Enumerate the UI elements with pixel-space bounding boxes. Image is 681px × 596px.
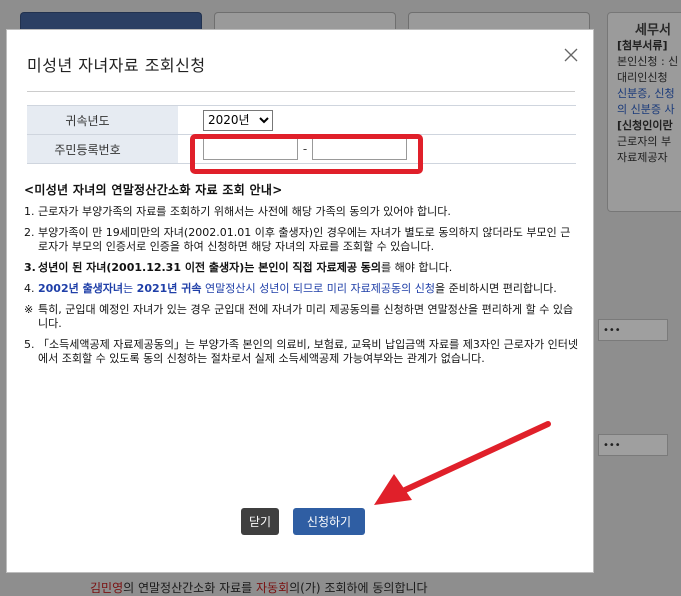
side-panel-line: [신청인이란 [617,119,673,132]
apply-button[interactable]: 신청하기 [293,508,365,535]
notice-item-text: 성년이 된 자녀(2001.12.31 이전 출생자)는 본인이 직접 자료제공… [38,261,579,275]
notice-note-mark: ※ [24,303,34,316]
side-panel-line: 자료제공자 [617,151,668,164]
side-panel-line: 의 신분증 사 [617,103,675,116]
notice-blue-text: 연말정산시 성년이 되므로 미리 자료제공동의 신청 [201,282,435,295]
notice-item: 3. 성년이 된 자녀(2001.12.31 이전 출생자)는 본인이 직접 자… [24,261,579,275]
consent-highlight: 자동회 [256,581,290,595]
notice-item: 4. 2002년 출생자녀는 2021년 귀속 연말정산시 성년이 되므로 미리… [24,282,579,296]
side-panel-line: 본인신청 : 신 [617,55,679,68]
year-cell: 2020년 [178,105,576,135]
side-panel-line: [첨부서류] [617,39,668,52]
notice-blue-text: 는 [123,282,137,295]
notice-blue-bold-text: 2002년 출생자녀 [38,282,124,295]
notice-item-number: 4. [24,282,35,295]
minor-child-inquiry-dialog: 미성년 자녀자료 조회신청 귀속년도 2020년 주민등록번호 - <미성년 자… [6,29,594,573]
side-panel-line: 근로자의 부 [617,135,672,148]
notice-item-number: 5. [24,338,35,351]
notice-section: <미성년 자녀의 연말정산간소화 자료 조회 안내> 1. 근로자가 부양가족의… [24,183,579,373]
side-panel-line: 대리인신청 [617,71,668,84]
title-divider [27,91,575,92]
consent-text-b: 의(가) 조회하에 동의합니다 [289,581,428,595]
consent-name: 김민영 [90,581,124,595]
background-consent-text: 김민영의 연말정산간소화 자료를 자동회의(가) 조회하에 동의합니다 [90,579,428,596]
notice-item-text: 「소득세액공제 자료제공동의」는 부양가족 본인의 의료비, 보험료, 교육비 … [38,338,578,365]
notice-item-text: 2002년 출생자녀는 2021년 귀속 연말정산시 성년이 되므로 미리 자료… [38,282,579,296]
year-row: 귀속년도 2020년 [27,105,576,135]
year-select[interactable]: 2020년 [203,109,273,131]
side-panel-title: 세무서 [635,23,671,38]
year-label: 귀속년도 [27,105,178,135]
notice-blue-bold-text: 2021년 귀속 [136,282,202,295]
close-icon[interactable] [561,46,581,66]
dialog-title: 미성년 자녀자료 조회신청 [27,56,206,75]
notice-text: 를 해야 합니다. [381,261,453,274]
notice-note: ※ 특히, 군입대 예정인 자녀가 있는 경우 군입대 전에 자녀가 미리 제공… [24,303,579,331]
notice-item: 1. 근로자가 부양가족의 자료를 조회하기 위해서는 사전에 해당 가족의 동… [24,205,579,219]
highlight-box [190,134,423,174]
notice-bold-text: 성년이 된 자녀(2001.12.31 이전 출생자)는 본인이 직접 자료제공… [38,261,382,274]
notice-item-number: 3. [24,261,36,274]
notice-item: 5. 「소득세액공제 자료제공동의」는 부양가족 본인의 의료비, 보험료, 교… [24,338,579,366]
close-button[interactable]: 닫기 [241,508,279,535]
consent-text-a: 의 연말정산간소화 자료를 [123,581,257,595]
side-panel-line: 신분증, 신청 [617,87,675,100]
background-masked-field: ••• [598,319,668,341]
notice-text: 을 준비하시면 편리합니다. [434,282,557,295]
rrn-label: 주민등록번호 [27,134,178,164]
notice-note-text: 특히, 군입대 예정인 자녀가 있는 경우 군입대 전에 자녀가 미리 제공동의… [38,303,574,330]
notice-item: 2. 부양가족이 만 19세미만의 자녀(2002.01.01 이후 출생자)인… [24,226,579,254]
notice-item-text: 근로자가 부양가족의 자료를 조회하기 위해서는 사전에 해당 가족의 동의가 … [38,205,451,218]
background-masked-field: ••• [598,434,668,456]
notice-item-text: 부양가족이 만 19세미만의 자녀(2002.01.01 이후 출생자)인 경우… [38,226,571,253]
background-side-panel: 세무서 [첨부서류] 본인신청 : 신 대리인신청 신분증, 신청 의 신분증 … [607,12,681,212]
notice-item-number: 2. [24,226,35,239]
notice-item-number: 1. [24,205,35,218]
notice-title: <미성년 자녀의 연말정산간소화 자료 조회 안내> [24,183,283,197]
